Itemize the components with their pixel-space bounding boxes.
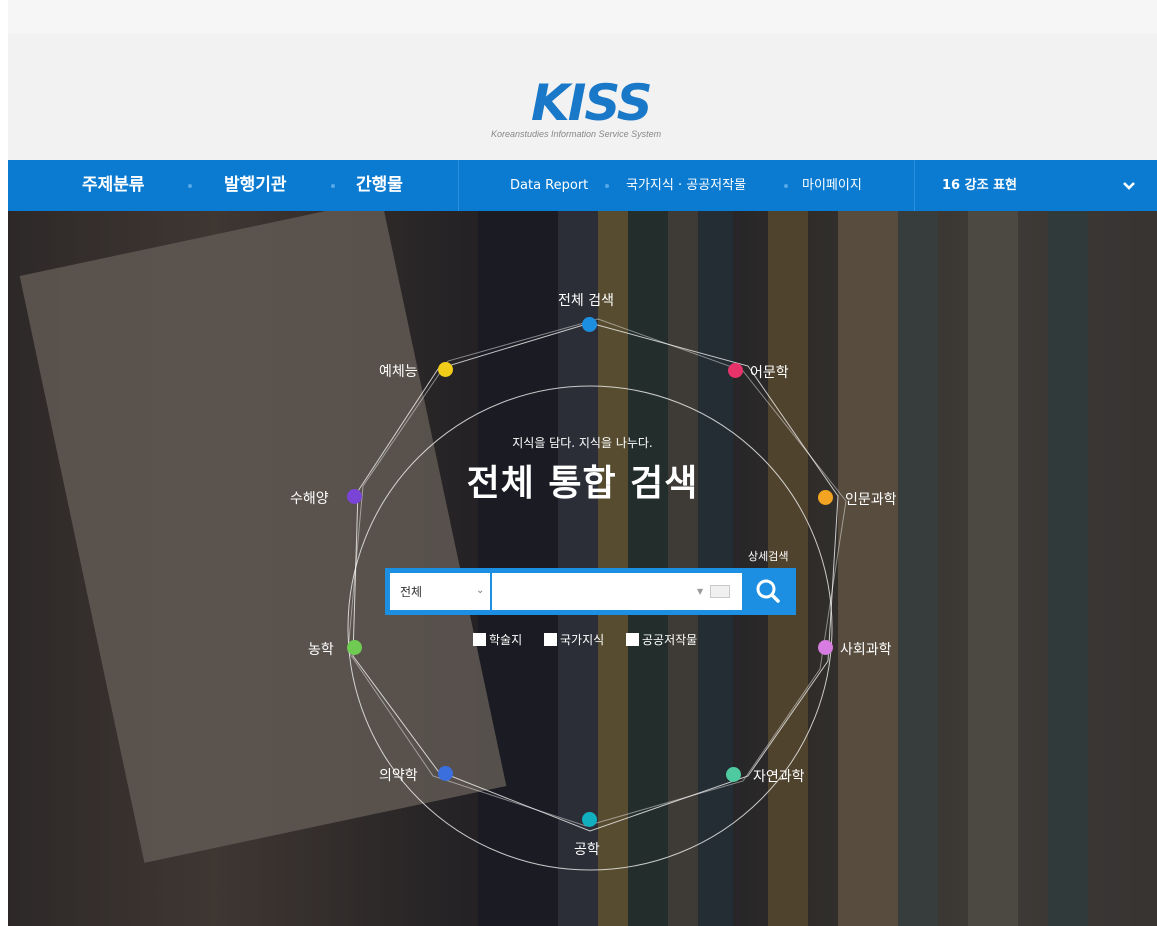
search-icon[interactable]	[745, 571, 791, 612]
checkbox[interactable]	[626, 633, 639, 646]
main-nav: 주제분류 발행기관 간행물 Data Report 국가지식 · 공공저작물 마…	[8, 160, 1157, 211]
advanced-search-link[interactable]: 상세검색	[748, 548, 788, 564]
filter-public-works[interactable]: 공공저작물	[626, 631, 697, 648]
logo-subtitle: Koreanstudies Information Service System	[491, 129, 662, 139]
nav-highlight[interactable]: 16 강조 표현	[942, 160, 1017, 211]
page-frame: KISS Koreanstudies Information Service S…	[8, 0, 1157, 926]
filter-journal[interactable]: 학술지	[473, 631, 522, 648]
category-arts[interactable]: 예체능	[379, 361, 418, 381]
nav-periodical[interactable]: 간행물	[356, 160, 403, 211]
category-all[interactable]: 전체 검색	[558, 290, 614, 310]
category-natural[interactable]: 자연과학	[753, 766, 805, 786]
nav-dot	[784, 184, 788, 188]
filter-label: 학술지	[489, 633, 523, 647]
category-dot-engineering[interactable]	[582, 812, 597, 827]
nav-dot	[188, 184, 192, 188]
chevron-down-icon[interactable]	[1120, 176, 1138, 194]
category-agriculture[interactable]: 농학	[308, 639, 334, 659]
category-language[interactable]: 어문학	[750, 362, 789, 382]
checkbox[interactable]	[473, 633, 486, 646]
nav-subject[interactable]: 주제분류	[82, 160, 145, 211]
search-bar: 전체 ⌄ ▼	[385, 568, 796, 615]
nav-national-knowledge[interactable]: 국가지식 · 공공저작물	[626, 160, 746, 211]
checkbox[interactable]	[544, 633, 557, 646]
kiss-logo[interactable]: KISS Koreanstudies Information Service S…	[483, 74, 713, 144]
category-dot-natural[interactable]	[726, 767, 741, 782]
chevron-down-icon: ⌄	[476, 585, 485, 596]
logo-mark: KISS	[531, 74, 653, 132]
scope-select[interactable]: 전체 ⌄	[390, 573, 490, 610]
top-strip	[8, 0, 1157, 34]
category-dot-arts[interactable]	[438, 362, 453, 377]
nav-divider	[914, 160, 915, 211]
nav-data-report[interactable]: Data Report	[510, 160, 588, 211]
nav-publisher[interactable]: 발행기관	[224, 160, 287, 211]
site-header: KISS Koreanstudies Information Service S…	[8, 34, 1157, 160]
category-dot-medicine[interactable]	[438, 766, 453, 781]
hero-title: 전체 통합 검색	[466, 463, 699, 504]
category-engineering[interactable]: 공학	[574, 839, 600, 859]
filter-national-knowledge[interactable]: 국가지식	[544, 631, 604, 648]
category-dot-language[interactable]	[728, 363, 743, 378]
category-dot-social[interactable]	[818, 640, 833, 655]
hero-tagline: 지식을 담다. 지식을 나누다.	[512, 436, 653, 450]
keyboard-icon[interactable]	[710, 585, 730, 598]
nav-mypage[interactable]: 마이페이지	[802, 160, 862, 211]
category-social[interactable]: 사회과학	[840, 639, 892, 659]
nav-dot	[605, 184, 609, 188]
nav-dot	[331, 184, 335, 188]
category-medicine[interactable]: 의약학	[379, 765, 418, 785]
search-input[interactable]	[492, 573, 742, 610]
nav-divider	[458, 160, 459, 211]
category-dot-agriculture[interactable]	[347, 640, 362, 655]
hero-section: 전체 검색 어문학 인문과학 사회과학 자연과학 공학 의약학 농학 수해양 예…	[8, 211, 1157, 926]
filter-label: 국가지식	[560, 633, 605, 647]
category-dot-all[interactable]	[582, 317, 597, 332]
filter-label: 공공저작물	[642, 633, 698, 647]
dropdown-triangle-icon[interactable]: ▼	[697, 587, 703, 596]
scope-selected: 전체	[400, 585, 423, 599]
